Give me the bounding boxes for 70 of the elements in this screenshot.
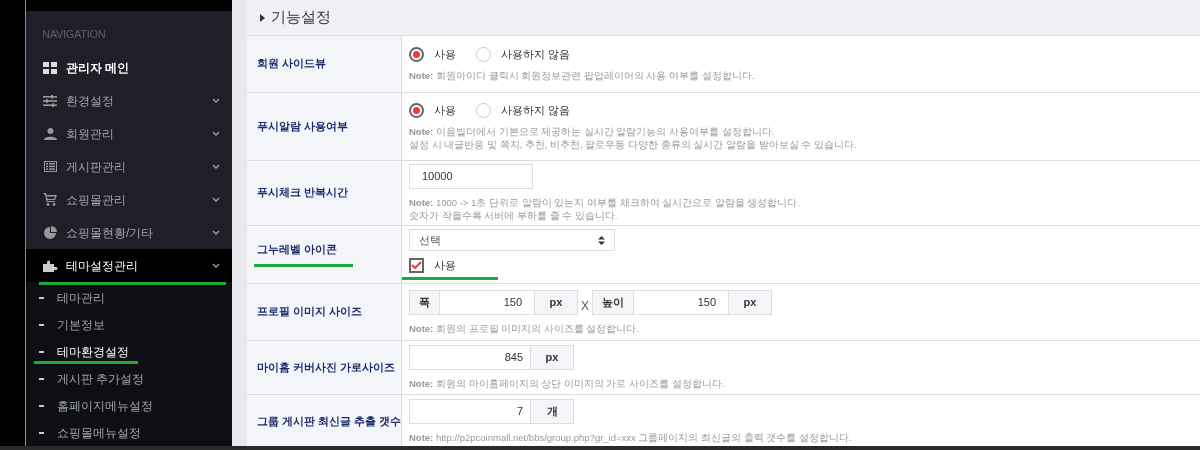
grid-icon [43, 61, 57, 74]
note-text: 설정 시 내글반응 및 쪽지, 추천, 비추천, 팔로우등 다양한 종류의 실시간 알람을 받아보실 수 있습니다. [409, 138, 858, 152]
dash-icon [39, 323, 44, 326]
dash-icon [39, 431, 44, 434]
note-text: Note: 회원의 프로필 이미지의 사이즈를 설정합니다. [409, 321, 641, 335]
chevron-down-icon [212, 98, 220, 103]
row-label: 푸시체크 반복시간 [257, 185, 348, 201]
note-text: Note: http://p2pcoinmall.net/bbs/group.php?gr_id=xxx 그룹페이지의 최신글의 출력 갯수를 설정합니다. [409, 431, 853, 444]
nav-item[interactable]: 쇼핑몰현황/기타 [26, 216, 232, 249]
input-prefix: 높이 [592, 289, 634, 315]
chevron-down-icon [212, 263, 220, 268]
radio-button[interactable] [409, 46, 424, 62]
row-label: 마이홈 커버사진 가로사이즈 [257, 359, 395, 375]
input-field: 845 [409, 345, 530, 370]
radio-button[interactable] [409, 102, 424, 118]
input-field: 7 [409, 399, 530, 424]
note-text: Note: 1000 -> 1초 단위로 알람이 있는지 여부를 체크하여 실시간으로 알람을 생성합니다. [409, 196, 802, 209]
sort-arrows-icon [598, 235, 605, 245]
submenu-item[interactable]: 게시판 추가설정 [26, 365, 232, 392]
dash-icon [39, 404, 44, 407]
list-icon [43, 161, 57, 172]
select-dropdown[interactable]: 선택 [409, 229, 615, 252]
nav-item[interactable]: 게시판관리 [26, 150, 232, 183]
row-label: 푸시알람 사용여부 [257, 118, 348, 134]
section-title: 기능설정 [271, 7, 331, 28]
dash-icon [39, 350, 44, 353]
input-suffix: px [534, 289, 578, 315]
chevron-down-icon [212, 164, 220, 169]
note-text: Note: 회원아이디 클릭시 회원정보관련 팝업레이어의 사용 여부를 설정합니다. [409, 69, 756, 83]
sliders-icon [43, 94, 57, 107]
caret-icon [260, 13, 265, 22]
checkbox[interactable] [409, 258, 424, 273]
pie-chart-icon [43, 226, 57, 239]
nav-item[interactable]: 테마설정관리 [26, 249, 232, 282]
input-suffix: px [530, 345, 574, 370]
radio-option[interactable]: 사용하지 않음 [476, 45, 571, 63]
nav-item[interactable]: 환경설정 [26, 84, 232, 117]
radio-option[interactable]: 사용 [409, 45, 456, 63]
puzzle-icon [42, 259, 58, 272]
radio-option[interactable]: 사용 [409, 101, 456, 119]
note-text: Note: 이윰빌더에서 기본으로 제공하는 실시간 알람기능의 사용여부를 설정합니다. [409, 125, 776, 139]
row-label: 회원 사이드뷰 [257, 56, 326, 72]
nav-item[interactable]: 회원관리 [26, 117, 232, 150]
chevron-down-icon [212, 197, 220, 202]
nav-item[interactable]: 쇼핑몰관리 [26, 183, 232, 216]
nav-heading: NAVIGATION [41, 28, 107, 41]
chevron-down-icon [212, 131, 220, 136]
note-text: Note: 회원의 마이홈페이지의 상단 이미지의 가로 사이즈를 설정합니다. [409, 377, 726, 390]
radio-option[interactable]: 사용하지 않음 [476, 101, 571, 119]
input-suffix: px [728, 289, 772, 315]
row-label: 그룹 게시판 최신글 추출 갯수 [257, 413, 401, 429]
submenu-item[interactable]: 홈페이지메뉴설정 [26, 392, 232, 419]
note-text: 숫자가 작을수록 서버에 부하를 줄 수 있습니다. [409, 209, 619, 222]
input-suffix: 개 [530, 399, 574, 424]
submenu-item[interactable]: 테마환경설정 [26, 338, 232, 365]
cart-icon [43, 193, 57, 206]
submenu-item[interactable]: 테마관리 [26, 284, 232, 311]
user-icon [43, 127, 57, 140]
nav-item[interactable]: 관리자 메인 [26, 51, 232, 84]
dash-icon [39, 377, 44, 380]
checkbox-option[interactable]: 사용 [409, 257, 1200, 274]
submenu-item[interactable]: 기본정보 [26, 311, 232, 338]
row-label: 그누레벨 아이콘 [257, 242, 337, 258]
input-prefix: 폭 [409, 289, 440, 315]
chevron-down-icon [212, 230, 220, 235]
times-sign: X [580, 297, 590, 315]
submenu-item[interactable]: 쇼핑몰메뉴설정 [26, 419, 232, 446]
input-field: 10000 [409, 164, 533, 189]
dash-icon [39, 296, 44, 299]
row-label: 프로필 이미지 사이즈 [257, 304, 362, 320]
